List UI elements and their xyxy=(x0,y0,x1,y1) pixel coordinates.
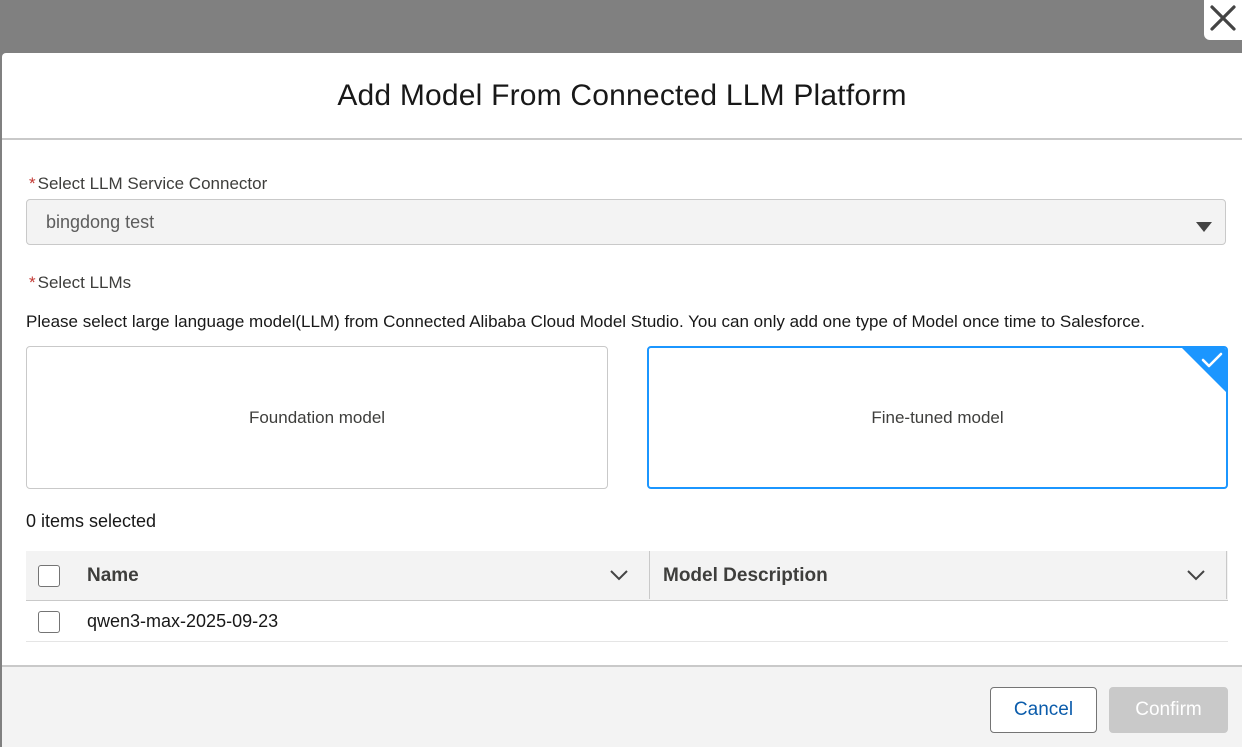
llm-label-text: Select LLMs xyxy=(37,273,132,292)
table-header: Name Model Description xyxy=(26,551,1228,601)
chevron-down-icon[interactable] xyxy=(610,568,628,586)
model-name-cell: qwen3-max-2025-09-23 xyxy=(87,610,279,631)
selected-count: 0 items selected xyxy=(26,511,157,531)
close-icon xyxy=(1209,4,1237,37)
modal-title: Add Model From Connected LLM Platform xyxy=(337,78,907,112)
tile-fine-tuned-model[interactable]: Fine-tuned model xyxy=(647,346,1228,489)
connector-field-label: * Select LLM Service Connector xyxy=(29,174,267,194)
column-header-name[interactable]: Name xyxy=(87,565,139,587)
modal-footer: Cancel Confirm xyxy=(2,665,1242,747)
tile-label: Foundation model xyxy=(248,407,386,427)
confirm-button[interactable]: Confirm xyxy=(1109,687,1228,733)
models-table: Name Model Description qwen3-max-2025-09… xyxy=(26,551,1228,642)
chevron-down-icon[interactable] xyxy=(1187,568,1205,586)
required-mark: * xyxy=(29,174,36,193)
modal-header: Add Model From Connected LLM Platform xyxy=(2,53,1242,140)
llm-field-label: * Select LLMs xyxy=(29,273,131,293)
tile-label: Fine-tuned model xyxy=(871,407,1004,427)
add-model-modal: Add Model From Connected LLM Platform * S… xyxy=(2,53,1242,747)
selected-check-icon xyxy=(1182,348,1226,392)
tile-foundation-model[interactable]: Foundation model xyxy=(26,346,608,489)
column-divider[interactable] xyxy=(649,551,650,599)
close-button[interactable] xyxy=(1204,0,1242,40)
column-divider[interactable] xyxy=(1226,551,1227,599)
column-header-model-description[interactable]: Model Description xyxy=(663,565,828,587)
triangle-down-icon xyxy=(1196,219,1212,237)
connector-select[interactable]: bingdong test xyxy=(26,199,1226,245)
modal-body: * Select LLM Service Connector bingdong t… xyxy=(2,140,1242,667)
connector-select-value: bingdong test xyxy=(46,211,155,232)
required-mark: * xyxy=(29,273,36,292)
llm-help-text: Please select large language model(LLM) … xyxy=(26,312,1145,331)
select-all-checkbox[interactable] xyxy=(38,565,60,587)
row-checkbox[interactable] xyxy=(38,611,60,633)
connector-label-text: Select LLM Service Connector xyxy=(37,174,268,193)
cancel-button[interactable]: Cancel xyxy=(990,687,1097,733)
table-row[interactable]: qwen3-max-2025-09-23 xyxy=(26,601,1228,642)
